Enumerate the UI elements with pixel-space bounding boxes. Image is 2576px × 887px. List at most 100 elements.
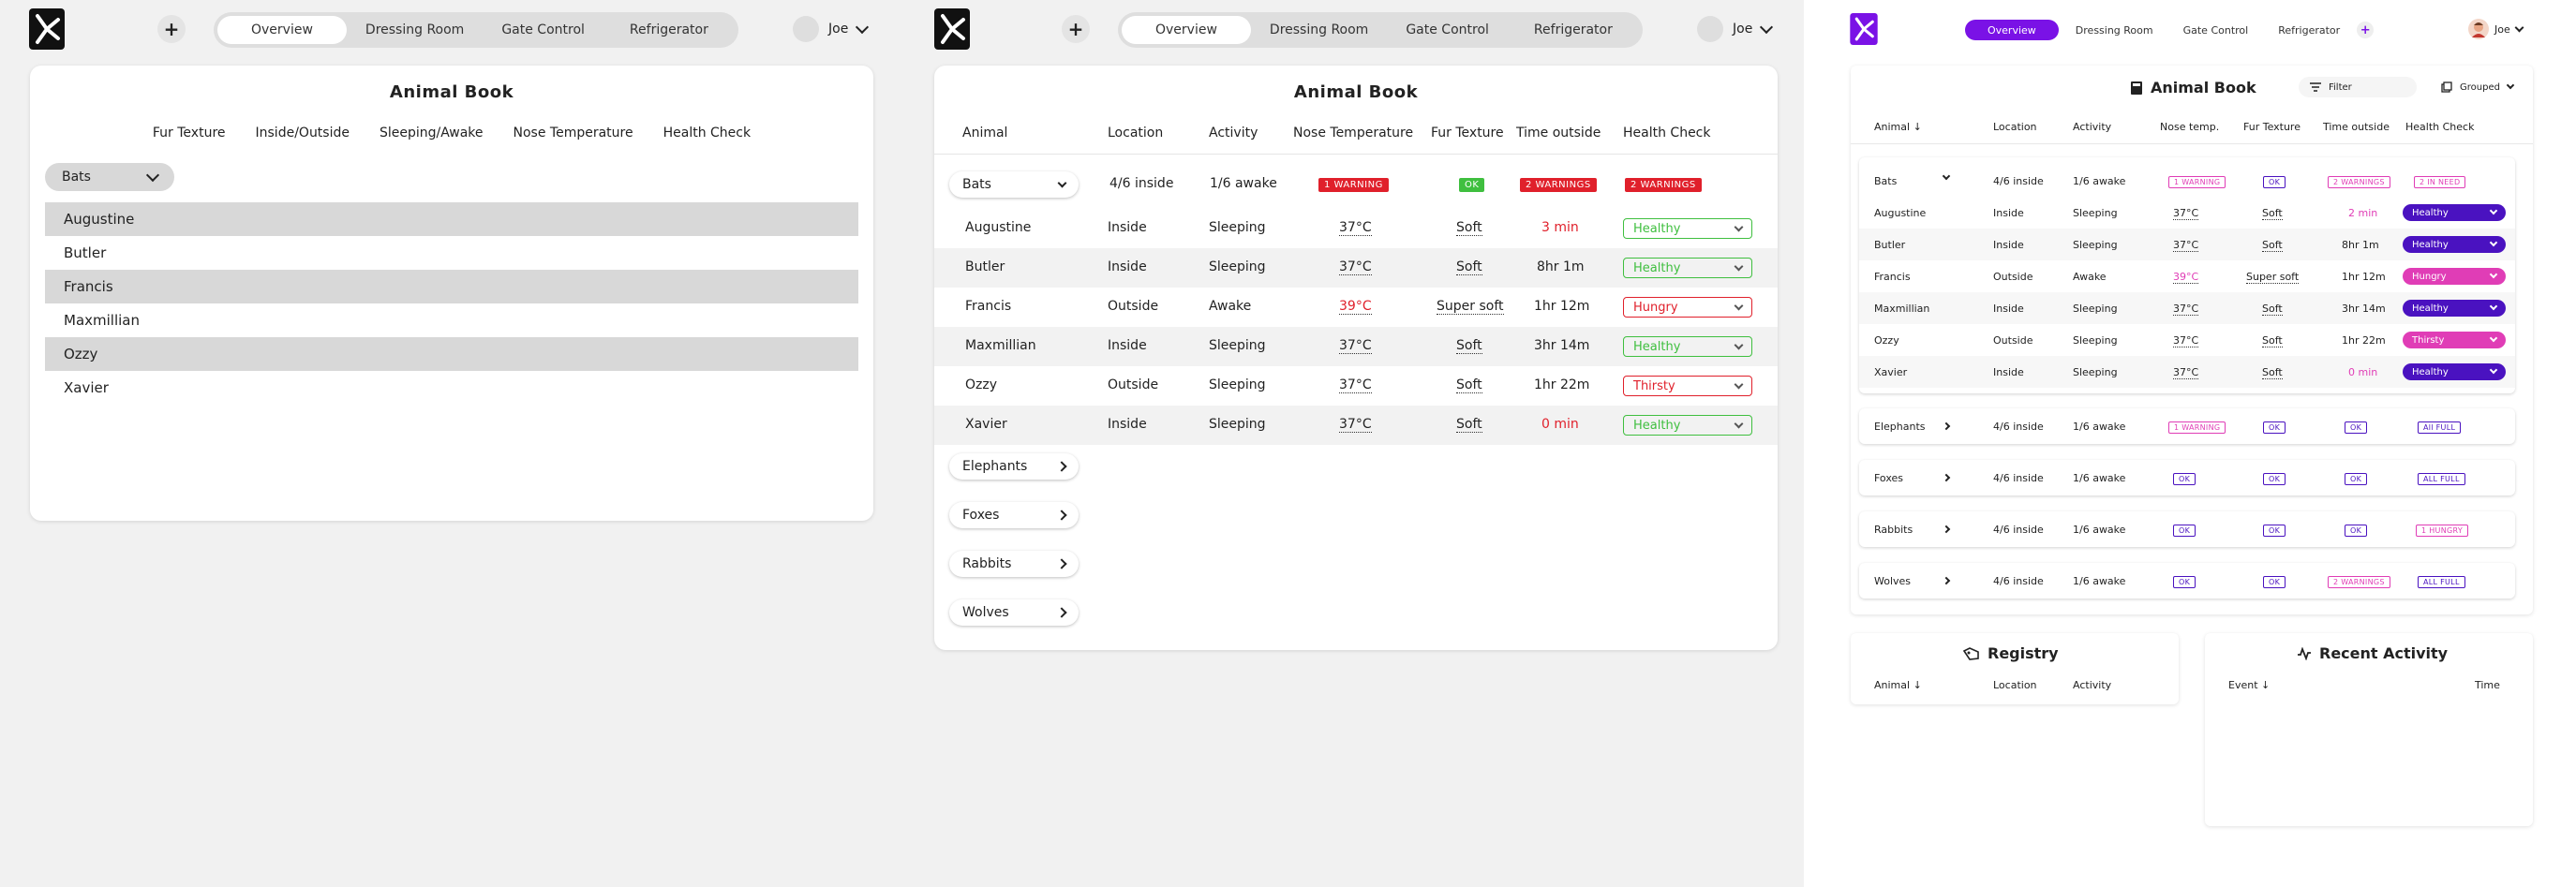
col-activity[interactable]: Activity: [2073, 121, 2111, 133]
group-select[interactable]: Bats: [45, 163, 174, 191]
fur-texture: Soft: [2262, 207, 2283, 220]
col-animal[interactable]: Animal ↓: [1874, 121, 1922, 133]
tab-overview[interactable]: Overview: [1122, 16, 1251, 44]
tab-refrigerator[interactable]: Refrigerator: [2265, 20, 2353, 40]
table-row[interactable]: Ozzy Outside Sleeping 37°C Soft 1hr 22m Thirst…: [1859, 324, 2515, 356]
recent-activity-title: Recent Activity: [2297, 644, 2448, 662]
group-toggle-bats[interactable]: Bats: [949, 171, 1079, 198]
col-animal[interactable]: Animal: [962, 126, 1007, 140]
table-row[interactable]: Francis Outside Awake 39°C Super soft 1hr 12m…: [1859, 260, 2515, 292]
tab-overview[interactable]: Overview: [1965, 20, 2059, 40]
col-time-outside[interactable]: Time outside: [1516, 126, 1601, 140]
tab-overview[interactable]: Overview: [217, 16, 347, 44]
filter-nose-temperature[interactable]: Nose Temperature: [514, 126, 633, 140]
col-activity[interactable]: Activity: [1209, 126, 1258, 140]
user-menu[interactable]: Joe: [2468, 19, 2524, 39]
filter-inside-outside[interactable]: Inside/Outside: [256, 126, 350, 140]
table-row[interactable]: Augustine Inside Sleeping 37°C Soft 3 min Heal…: [934, 209, 1778, 248]
health-select[interactable]: Healthy: [1623, 336, 1752, 357]
tab-gate-control[interactable]: Gate Control: [1387, 16, 1508, 44]
user-menu[interactable]: Joe: [1697, 16, 1774, 42]
list-item[interactable]: Maxmillian: [45, 303, 858, 337]
list-item[interactable]: Xavier: [45, 371, 858, 405]
animal-location: Outside: [1993, 334, 2033, 347]
time-outside: 8hr 1m: [1537, 259, 1585, 274]
add-button[interactable]: +: [1062, 15, 1090, 43]
add-button[interactable]: +: [2357, 22, 2375, 38]
col-health-check[interactable]: Health Check: [1623, 126, 1711, 140]
fur-texture: Soft: [1456, 417, 1482, 433]
col-nose-temp[interactable]: Nose temp.: [2160, 121, 2219, 133]
health-select[interactable]: Thirsty: [2403, 332, 2506, 348]
tab-dressing-room[interactable]: Dressing Room: [1251, 16, 1387, 44]
table-row[interactable]: Augustine Inside Sleeping 37°C Soft 2 min Heal…: [1859, 197, 2515, 229]
animal-book-card-v3: Animal Book Filter Grouped Animal ↓ Loca…: [1851, 66, 2533, 614]
health-select[interactable]: Healthy: [1623, 218, 1752, 239]
group-row[interactable]: Foxes 4/6 inside 1/6 awake OK OK OK ALL FULL: [1859, 462, 2515, 494]
tab-refrigerator[interactable]: Refrigerator: [1508, 16, 1639, 44]
health-value: Healthy: [1633, 339, 1681, 354]
col-fur-texture[interactable]: Fur Texture: [1431, 126, 1504, 140]
group-row[interactable]: Rabbits 4/6 inside 1/6 awake OK OK OK 1 HUNGRY: [1859, 513, 2515, 545]
health-select[interactable]: Healthy: [2403, 363, 2506, 380]
filter-input[interactable]: Filter: [2299, 77, 2417, 97]
table-row[interactable]: Francis Outside Awake 39°C Super soft 1hr 12m…: [934, 288, 1778, 327]
col-location[interactable]: Location: [1108, 126, 1163, 140]
activity-icon: [2298, 646, 2311, 660]
health-select[interactable]: Healthy: [1623, 415, 1752, 436]
group-toggle[interactable]: Wolves: [949, 599, 1079, 626]
col-time-outside[interactable]: Time outside: [2323, 121, 2390, 133]
tab-dressing-room[interactable]: Dressing Room: [2062, 20, 2167, 40]
tab-dressing-room[interactable]: Dressing Room: [347, 16, 483, 44]
list-item[interactable]: Francis: [45, 270, 858, 303]
filter-fur-texture[interactable]: Fur Texture: [153, 126, 226, 140]
list-item[interactable]: Augustine: [45, 202, 858, 236]
tab-gate-control[interactable]: Gate Control: [2170, 20, 2262, 40]
health-select[interactable]: Healthy: [2403, 204, 2506, 221]
user-name: Joe: [828, 22, 849, 37]
group-activity: 1/6 awake: [2073, 524, 2126, 536]
grouped-select[interactable]: Grouped: [2432, 77, 2525, 97]
table-row[interactable]: Xavier Inside Sleeping 37°C Soft 0 min Healthy: [934, 406, 1778, 445]
group-row[interactable]: Elephants 4/6 inside 1/6 awake 1 WARNING OK O…: [1859, 410, 2515, 442]
health-select[interactable]: Thirsty: [1623, 376, 1752, 396]
app-logo[interactable]: [934, 8, 970, 50]
filter-sleeping-awake[interactable]: Sleeping/Awake: [380, 126, 484, 140]
col-fur-texture[interactable]: Fur Texture: [2243, 121, 2301, 133]
group-toggle[interactable]: Elephants: [949, 453, 1079, 480]
health-select[interactable]: Healthy: [2403, 236, 2506, 253]
health-select[interactable]: Healthy: [1623, 258, 1752, 278]
col-animal[interactable]: Animal ↓: [1874, 679, 1922, 691]
table-row[interactable]: Maxmillian Inside Sleeping 37°C Soft 3hr 14m H…: [934, 327, 1778, 366]
col-nose-temperature[interactable]: Nose Temperature: [1293, 126, 1413, 140]
user-menu[interactable]: Joe: [793, 16, 870, 42]
health-select[interactable]: Healthy: [2403, 300, 2506, 317]
group-row[interactable]: Wolves 4/6 inside 1/6 awake OK OK 2 WARNINGS A…: [1859, 565, 2515, 597]
group-toggle[interactable]: Rabbits: [949, 551, 1079, 577]
col-location[interactable]: Location: [1993, 679, 2037, 691]
app-logo[interactable]: [1850, 13, 1878, 45]
table-row[interactable]: Maxmillian Inside Sleeping 37°C Soft 3hr 14m H…: [1859, 292, 2515, 324]
filter-health-check[interactable]: Health Check: [663, 126, 752, 140]
tab-refrigerator[interactable]: Refrigerator: [603, 16, 735, 44]
app-logo[interactable]: [29, 8, 65, 50]
tab-gate-control[interactable]: Gate Control: [483, 16, 603, 44]
table-row[interactable]: Butler Inside Sleeping 37°C Soft 8hr 1m Health…: [1859, 229, 2515, 260]
add-button[interactable]: +: [157, 15, 186, 43]
health-select[interactable]: Hungry: [2403, 268, 2506, 285]
list-item[interactable]: Butler: [45, 236, 858, 270]
col-health-check[interactable]: Health Check: [2405, 121, 2474, 133]
col-activity[interactable]: Activity: [2073, 679, 2111, 691]
group-toggle[interactable]: Foxes: [949, 502, 1079, 528]
col-time[interactable]: Time: [2475, 679, 2500, 691]
col-location[interactable]: Location: [1993, 121, 2037, 133]
table-row[interactable]: Xavier Inside Sleeping 37°C Soft 0 min Healthy: [1859, 356, 2515, 388]
group-row-bats[interactable]: Bats 4/6 inside 1/6 awake 1 WARNING OK 2…: [1859, 165, 2515, 197]
col-event[interactable]: Event ↓: [2228, 679, 2270, 691]
health-select[interactable]: Hungry: [1623, 297, 1752, 318]
table-row[interactable]: Ozzy Outside Sleeping 37°C Soft 1hr 22m Thirst…: [934, 366, 1778, 406]
table-row[interactable]: Butler Inside Sleeping 37°C Soft 8hr 1m Health…: [934, 248, 1778, 288]
fur-texture: Super soft: [2246, 271, 2300, 284]
list-item[interactable]: Ozzy: [45, 337, 858, 371]
animal-activity: Sleeping: [1209, 220, 1266, 235]
